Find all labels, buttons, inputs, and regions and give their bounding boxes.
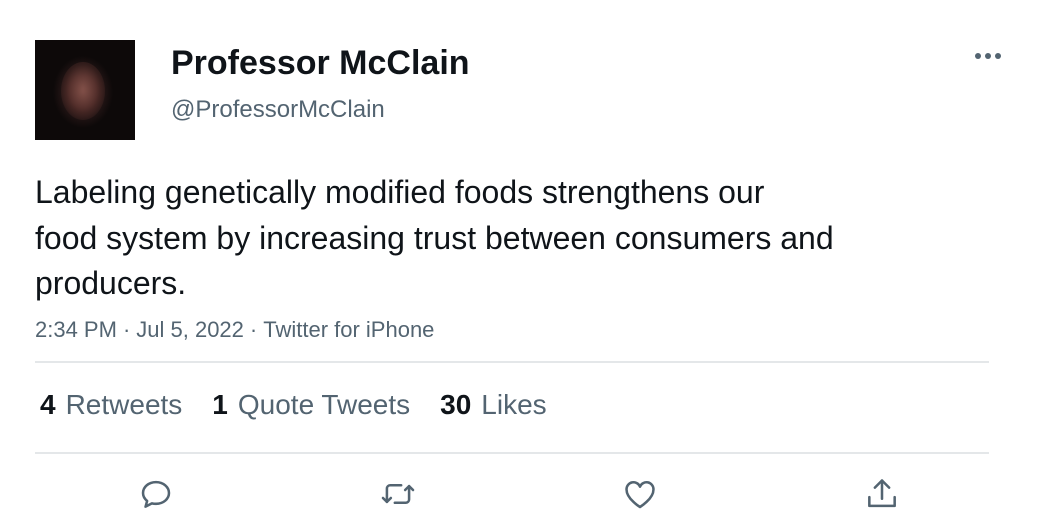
tweet-time[interactable]: 2:34 PM <box>35 317 117 342</box>
likes-count: 30 <box>440 389 472 420</box>
tweet-text-line: food system by increasing trust between … <box>35 219 834 256</box>
retweet-button[interactable] <box>378 474 418 514</box>
tweet-text-line: Labeling genetically modified foods stre… <box>35 174 765 210</box>
tweet-stats: 4 Retweets 1 Quote Tweets 30 Likes <box>40 387 577 423</box>
divider <box>35 452 989 454</box>
share-button[interactable] <box>862 474 902 514</box>
likes-stat[interactable]: 30 Likes <box>440 389 547 421</box>
more-options-icon[interactable] <box>972 46 1004 66</box>
tweet-text-line: producers. <box>35 265 187 301</box>
share-icon <box>868 479 896 508</box>
quote-tweets-stat[interactable]: 1 Quote Tweets <box>212 389 410 421</box>
retweets-count: 4 <box>40 389 56 420</box>
display-name[interactable]: Professor McClain <box>171 43 470 83</box>
retweet-icon <box>381 484 415 504</box>
avatar-face <box>61 62 105 120</box>
meta-separator: · <box>122 317 131 342</box>
retweets-label: Retweets <box>65 389 183 420</box>
divider <box>35 361 989 363</box>
tweet-source[interactable]: Twitter for iPhone <box>263 317 434 342</box>
tweet-meta: 2:34 PM · Jul 5, 2022 · Twitter for iPhone <box>35 316 434 344</box>
user-handle[interactable]: @ProfessorMcClain <box>171 96 385 124</box>
ellipsis-icon <box>975 53 1001 59</box>
quote-tweets-label: Quote Tweets <box>237 389 411 420</box>
reply-button[interactable] <box>136 474 176 514</box>
reply-icon <box>141 480 171 508</box>
like-button[interactable] <box>620 474 660 514</box>
quote-tweets-count: 1 <box>212 389 228 420</box>
heart-icon <box>625 481 655 509</box>
retweets-stat[interactable]: 4 Retweets <box>40 389 182 421</box>
meta-separator: · <box>249 317 258 342</box>
tweet-text: Labeling genetically modified foods stre… <box>35 170 995 307</box>
likes-label: Likes <box>481 389 547 420</box>
avatar[interactable] <box>35 40 135 140</box>
tweet-card: Professor McClain @ProfessorMcClain Labe… <box>0 0 1050 525</box>
tweet-date[interactable]: Jul 5, 2022 <box>136 317 244 342</box>
